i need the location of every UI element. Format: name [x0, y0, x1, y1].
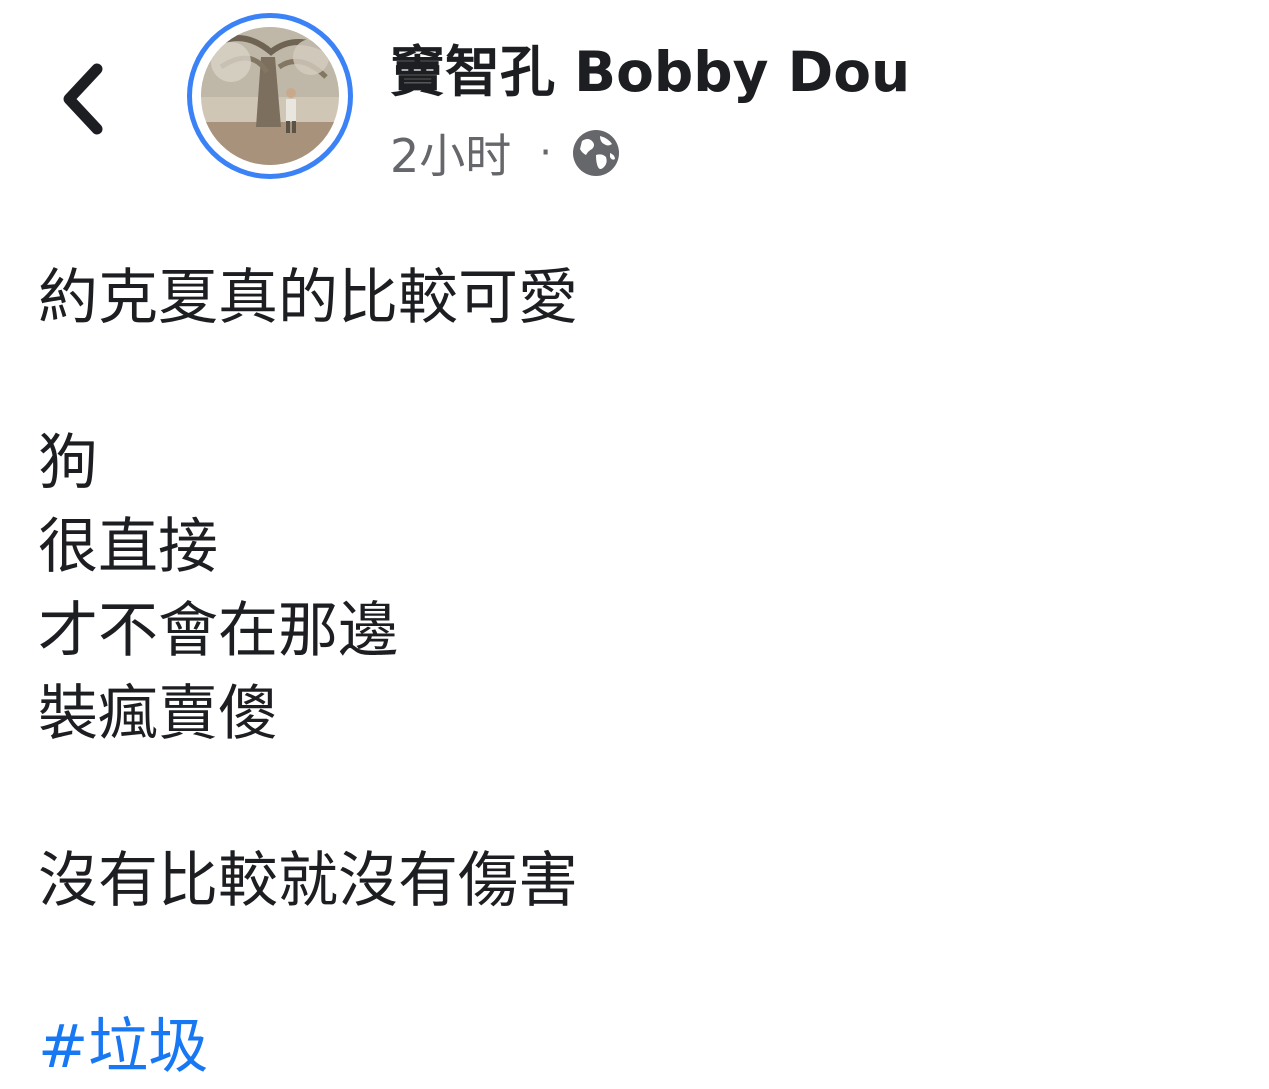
avatar-image — [201, 27, 339, 165]
avatar[interactable] — [187, 13, 353, 179]
chevron-left-icon — [63, 63, 103, 135]
post-text-line: 才不會在那邊 — [38, 596, 398, 666]
post-timestamp[interactable]: 2小时 — [390, 120, 511, 186]
post-text-line: 很直接 — [38, 512, 218, 582]
post-text-line: 裝瘋賣傻 — [38, 679, 278, 749]
post-meta: 2小时 · — [390, 122, 622, 184]
back-button[interactable] — [50, 55, 120, 145]
author-name[interactable]: 竇智孔 Bobby Dou — [390, 35, 910, 110]
post-text-line: 狗 — [38, 428, 98, 498]
post-text-line: 約克夏真的比較可愛 — [38, 263, 578, 333]
meta-separator: · — [539, 130, 552, 176]
post-text-line: 沒有比較就沒有傷害 — [38, 846, 578, 916]
globe-icon[interactable] — [570, 127, 622, 179]
hashtag-link[interactable]: #垃圾 — [38, 1006, 208, 1088]
